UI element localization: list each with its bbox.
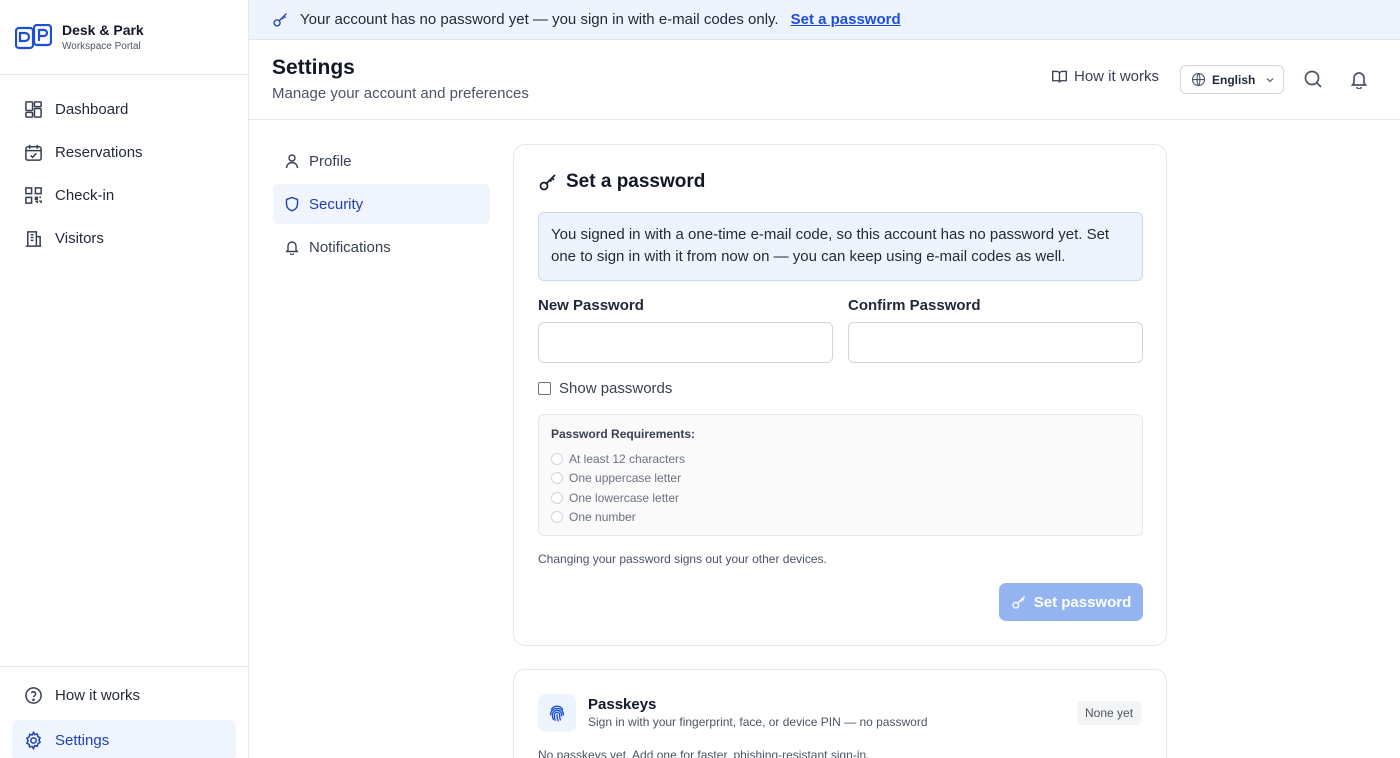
sidebar-item-check-in[interactable]: Check-in bbox=[0, 174, 248, 217]
help-circle-icon bbox=[25, 687, 42, 704]
language-value: English bbox=[1212, 72, 1256, 87]
requirement-item: One number bbox=[551, 508, 1130, 528]
language-select[interactable]: English bbox=[1180, 65, 1284, 94]
settings-subnav: Profile Security Notifications bbox=[273, 141, 490, 270]
show-passwords-row[interactable]: Show passwords bbox=[538, 380, 672, 397]
gear-icon bbox=[25, 730, 42, 750]
requirement-text: One number bbox=[569, 510, 636, 525]
brand[interactable]: Desk & Park Workspace Portal bbox=[0, 0, 248, 75]
sidebar-item-label: Reservations bbox=[55, 144, 143, 161]
page-title: Settings bbox=[272, 56, 355, 79]
banner-text: Your account has no password yet — you s… bbox=[300, 11, 779, 28]
set-password-button-label: Set password bbox=[1033, 593, 1132, 611]
bell-icon bbox=[285, 241, 299, 255]
search-icon[interactable] bbox=[1303, 69, 1323, 89]
new-password-label: New Password bbox=[538, 297, 644, 314]
logo-icon bbox=[15, 24, 52, 50]
tab-label: Security bbox=[309, 195, 364, 213]
passkeys-title: Passkeys bbox=[588, 696, 657, 713]
building-icon bbox=[25, 231, 42, 247]
chevron-down-icon bbox=[1266, 77, 1274, 83]
user-icon bbox=[285, 154, 299, 169]
requirements-title: Password Requirements: bbox=[551, 427, 696, 441]
sidebar-item-label: Dashboard bbox=[55, 101, 129, 118]
no-password-banner: Your account has no password yet — you s… bbox=[249, 0, 1400, 40]
sidebar-item-visitors[interactable]: Visitors bbox=[0, 217, 248, 260]
sidebar-item-dashboard[interactable]: Dashboard bbox=[0, 88, 248, 131]
tab-security[interactable]: Security bbox=[273, 184, 490, 224]
passkeys-status-badge: None yet bbox=[1077, 701, 1142, 725]
password-requirements: Password Requirements: At least 12 chara… bbox=[538, 414, 1143, 536]
sidebar-item-label: Check-in bbox=[55, 187, 115, 204]
sidebar-item-reservations[interactable]: Reservations bbox=[0, 131, 248, 174]
tab-label: Profile bbox=[309, 152, 352, 170]
fingerprint-icon bbox=[549, 705, 565, 722]
requirement-text: At least 12 characters bbox=[569, 451, 686, 466]
show-passwords-checkbox[interactable] bbox=[538, 382, 551, 395]
sidebar-item-label: How it works bbox=[55, 687, 141, 704]
sidebar-item-label: Visitors bbox=[55, 230, 104, 247]
passkeys-empty-text: No passkeys yet. Add one for faster, phi… bbox=[538, 748, 870, 758]
password-change-note: Changing your password signs out your ot… bbox=[538, 552, 827, 566]
how-it-works-button[interactable]: How it works bbox=[1051, 68, 1159, 85]
tab-label: Notifications bbox=[309, 238, 391, 256]
sidebar-item-settings[interactable]: Settings bbox=[12, 720, 236, 758]
passkeys-card: Passkeys Sign in with your fingerprint, … bbox=[513, 669, 1167, 758]
set-password-card: Set a password You signed in with a one-… bbox=[513, 144, 1167, 646]
circle-icon bbox=[551, 491, 563, 504]
key-icon bbox=[539, 174, 556, 191]
page-subtitle: Manage your account and preferences bbox=[272, 85, 529, 102]
confirm-password-input[interactable] bbox=[848, 322, 1143, 363]
shield-icon bbox=[285, 196, 299, 212]
set-password-link[interactable]: Set a password bbox=[791, 11, 901, 28]
globe-icon bbox=[1191, 72, 1206, 87]
qr-code-icon bbox=[25, 187, 42, 204]
sidebar-item-how-it-works[interactable]: How it works bbox=[0, 674, 248, 717]
requirement-item: One uppercase letter bbox=[551, 469, 1130, 489]
dashboard-icon bbox=[25, 101, 42, 118]
book-open-icon bbox=[1052, 70, 1067, 83]
info-box: You signed in with a one-time e-mail cod… bbox=[538, 212, 1143, 281]
card-title-text: Set a password bbox=[566, 171, 706, 192]
sidebar-item-label: Settings bbox=[55, 731, 110, 749]
sidebar-nav: Dashboard Reservations Check-in Visitors bbox=[0, 75, 248, 260]
tab-notifications[interactable]: Notifications bbox=[273, 227, 490, 267]
how-it-works-label: How it works bbox=[1074, 68, 1160, 85]
requirement-item: One lowercase letter bbox=[551, 488, 1130, 508]
bell-icon[interactable] bbox=[1349, 69, 1369, 89]
confirm-password-label: Confirm Password bbox=[848, 297, 981, 314]
requirement-text: One lowercase letter bbox=[569, 490, 680, 505]
requirement-item: At least 12 characters bbox=[551, 449, 1130, 469]
new-password-input[interactable] bbox=[538, 322, 833, 363]
sidebar: Desk & Park Workspace Portal Dashboard R… bbox=[0, 0, 249, 758]
key-icon bbox=[273, 13, 287, 27]
card-title: Set a password bbox=[538, 171, 705, 193]
requirement-text: One uppercase letter bbox=[569, 471, 682, 486]
circle-icon bbox=[551, 511, 563, 524]
calendar-icon bbox=[25, 144, 42, 161]
passkeys-subtitle: Sign in with your fingerprint, face, or … bbox=[588, 715, 928, 729]
show-passwords-label: Show passwords bbox=[559, 380, 673, 397]
circle-icon bbox=[551, 452, 563, 465]
passkey-icon-wrapper bbox=[538, 694, 576, 732]
tab-profile[interactable]: Profile bbox=[273, 141, 490, 181]
key-icon bbox=[1012, 595, 1025, 609]
brand-name: Desk & Park bbox=[62, 22, 144, 38]
sidebar-bottom: How it works Settings bbox=[0, 666, 248, 758]
brand-tagline: Workspace Portal bbox=[62, 41, 141, 52]
set-password-button[interactable]: Set password bbox=[999, 583, 1143, 621]
page-header: Settings Manage your account and prefere… bbox=[249, 40, 1400, 120]
circle-icon bbox=[551, 472, 563, 485]
